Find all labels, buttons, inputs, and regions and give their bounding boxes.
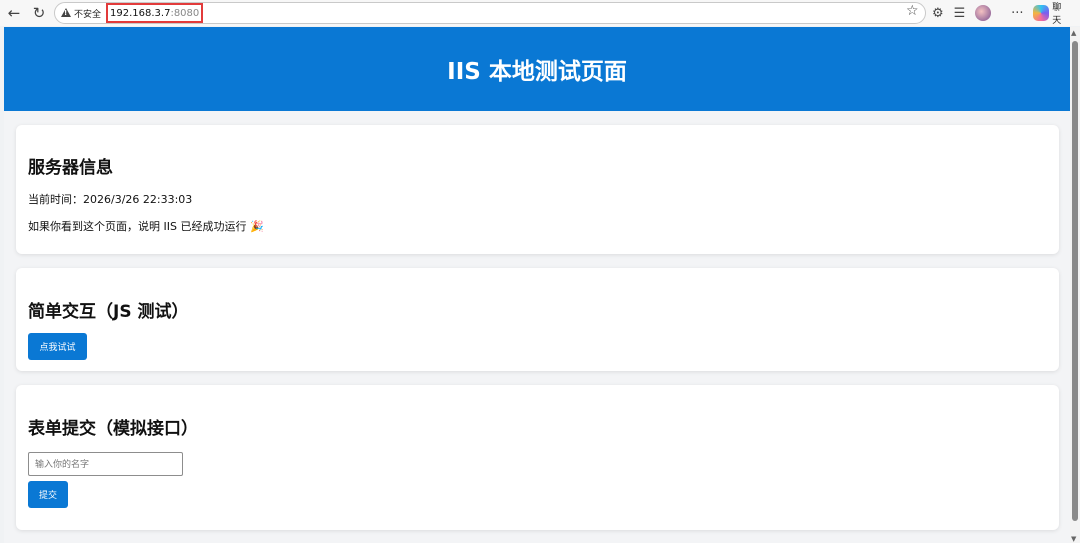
form-heading: 表单提交（模拟接口） bbox=[28, 419, 198, 439]
favorites-list-icon[interactable]: ☰ bbox=[954, 6, 966, 21]
back-arrow-icon[interactable]: ← bbox=[3, 2, 25, 24]
warning-icon[interactable] bbox=[61, 8, 71, 18]
url-host: 192.168.3.7 bbox=[110, 7, 171, 19]
url-text[interactable]: 192.168.3.7:8080 bbox=[106, 3, 204, 23]
copilot-icon[interactable] bbox=[1033, 5, 1050, 21]
current-time-text: 当前时间：2026/3/26 22:33:03 bbox=[28, 193, 193, 206]
url-port: :8080 bbox=[170, 7, 200, 19]
chat-label[interactable]: 聊天 bbox=[1052, 0, 1070, 26]
page-content: IIS 本地测试页面 服务器信息 当前时间：2026/3/26 22:33:03… bbox=[4, 27, 1070, 543]
browser-toolbar: ← ↻ 不安全 192.168.3.7:8080 ☆ ⚙ ☰ ··· 聊天 bbox=[0, 0, 1080, 26]
extensions-icon[interactable]: ⚙ bbox=[932, 6, 944, 21]
refresh-icon[interactable]: ↻ bbox=[28, 2, 50, 24]
submit-button[interactable]: 提交 bbox=[28, 481, 68, 508]
security-label[interactable]: 不安全 bbox=[74, 7, 101, 20]
page-title: IIS 本地测试页面 bbox=[447, 59, 627, 85]
interaction-heading: 简单交互（JS 测试） bbox=[28, 302, 189, 322]
success-message: 如果你看到这个页面，说明 IIS 已经成功运行 🎉 bbox=[28, 220, 264, 233]
scroll-thumb[interactable] bbox=[1072, 41, 1078, 521]
page-scrollbar[interactable]: ▲ ▼ bbox=[1070, 27, 1080, 543]
scroll-down-icon[interactable]: ▼ bbox=[1071, 535, 1076, 543]
try-me-button[interactable]: 点我试试 bbox=[28, 333, 87, 360]
more-menu-icon[interactable]: ··· bbox=[1011, 6, 1023, 21]
form-card: 表单提交（模拟接口） 提交 bbox=[16, 385, 1059, 530]
favorite-star-icon[interactable]: ☆ bbox=[906, 3, 919, 19]
page-header: IIS 本地测试页面 bbox=[4, 27, 1070, 111]
name-input[interactable] bbox=[28, 452, 183, 476]
toolbar-actions: ⚙ ☰ ··· 聊天 bbox=[932, 0, 1080, 26]
interaction-card: 简单交互（JS 测试） 点我试试 bbox=[16, 268, 1059, 371]
scroll-up-icon[interactable]: ▲ bbox=[1071, 29, 1076, 37]
profile-avatar[interactable] bbox=[975, 5, 992, 21]
server-info-heading: 服务器信息 bbox=[28, 158, 113, 178]
address-bar[interactable]: 不安全 192.168.3.7:8080 bbox=[54, 2, 926, 24]
server-info-card: 服务器信息 当前时间：2026/3/26 22:33:03 如果你看到这个页面，… bbox=[16, 125, 1059, 254]
